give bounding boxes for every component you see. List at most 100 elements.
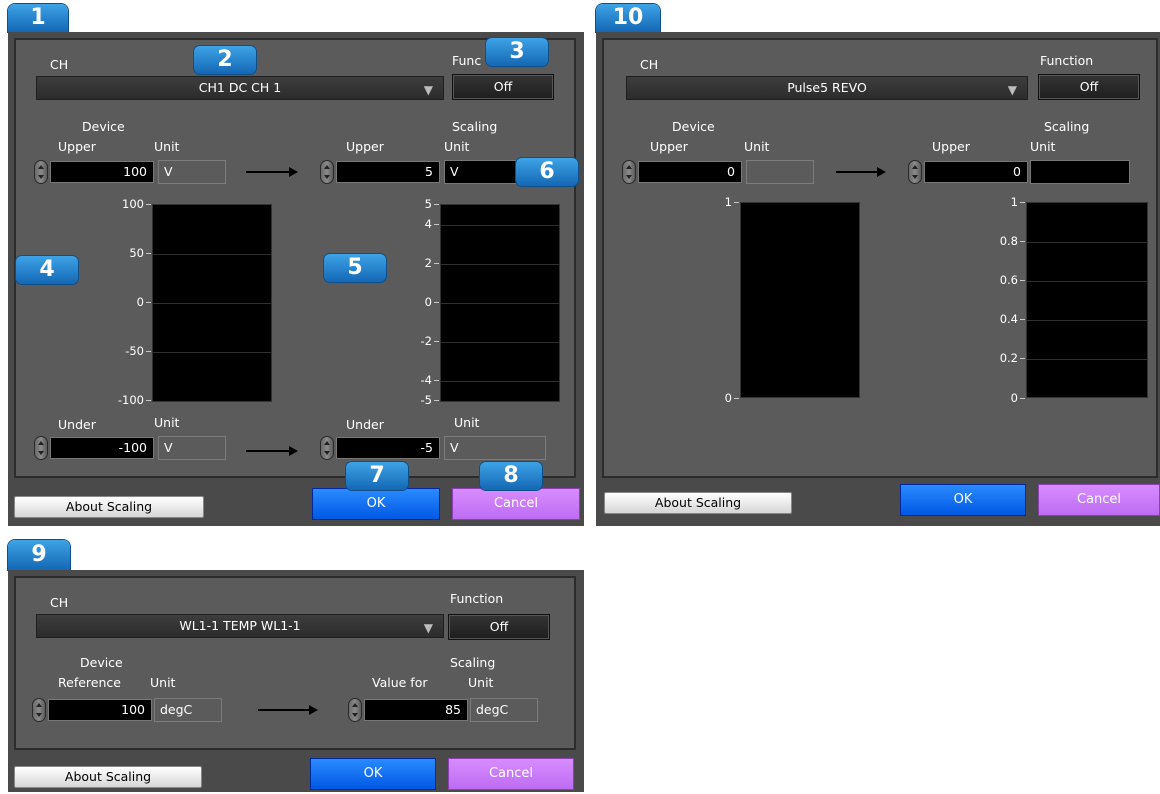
scaling-upper-unit[interactable] xyxy=(1030,160,1130,184)
tick-mark xyxy=(1020,319,1025,320)
device-upper-input[interactable]: 100 xyxy=(50,161,154,183)
device-unit-label: Unit xyxy=(150,675,176,690)
scaling-under-input[interactable]: -5 xyxy=(336,437,440,459)
tick-mark xyxy=(146,204,151,205)
callout-badge: 3 xyxy=(486,38,548,66)
function-label: Func xyxy=(452,53,482,68)
ok-button[interactable]: OK xyxy=(312,488,440,520)
gridline xyxy=(441,381,559,382)
scaling-under-label: Under xyxy=(346,417,384,432)
tick-mark xyxy=(434,400,439,401)
scaling-under-unit-label: Unit xyxy=(454,415,480,430)
chevron-down-icon: ▼ xyxy=(1007,83,1017,97)
device-under-stepper[interactable] xyxy=(34,436,48,460)
about-scaling-button[interactable]: About Scaling xyxy=(604,492,792,514)
scaling-tick-label: 0.2 xyxy=(999,351,1018,365)
tick-mark xyxy=(434,263,439,264)
scaling-tick-label: 5 xyxy=(424,197,432,211)
channel-select[interactable]: WL1-1 TEMP WL1-1 ▼ xyxy=(36,614,444,638)
scaling-tick-label: -2 xyxy=(420,334,432,348)
scaling-value-for-label: Value for xyxy=(372,675,428,690)
scaling-upper-input[interactable]: 0 xyxy=(924,161,1028,183)
device-reference-label: Reference xyxy=(58,675,121,690)
cancel-button[interactable]: Cancel xyxy=(1038,484,1160,516)
device-range-chart xyxy=(740,202,860,398)
callout-badge: 5 xyxy=(324,254,386,282)
scaling-under-unit[interactable]: V xyxy=(444,436,546,460)
device-unit-label: Unit xyxy=(744,139,770,154)
device-tick-label: 50 xyxy=(129,246,144,260)
scaling-unit-label: Unit xyxy=(468,675,494,690)
device-unit-label: Unit xyxy=(154,139,180,154)
arrow-right-icon xyxy=(258,705,318,715)
device-tick-label: 0 xyxy=(136,295,144,309)
channel-select-value: Pulse5 REVO xyxy=(787,80,867,95)
scaling-upper-input[interactable]: 5 xyxy=(336,161,440,183)
tick-mark xyxy=(146,400,151,401)
cancel-button[interactable]: Cancel xyxy=(452,488,580,520)
callout-badge: 7 xyxy=(346,462,408,490)
about-scaling-button[interactable]: About Scaling xyxy=(14,496,204,518)
tick-mark xyxy=(734,398,739,399)
device-tick-label: -100 xyxy=(117,393,144,407)
channel-select[interactable]: CH1 DC CH 1 ▼ xyxy=(36,76,444,100)
device-reference-unit: degC xyxy=(154,698,222,722)
gridline xyxy=(153,254,271,255)
scaling-upper-stepper[interactable] xyxy=(320,160,334,184)
callout-badge: 2 xyxy=(194,46,256,74)
device-label: Device xyxy=(672,119,715,134)
function-button[interactable]: Off xyxy=(452,74,554,100)
device-label: Device xyxy=(82,119,125,134)
gridline xyxy=(1027,359,1147,360)
tick-mark xyxy=(1020,358,1025,359)
device-reference-input[interactable]: 100 xyxy=(48,699,152,721)
device-under-input[interactable]: -100 xyxy=(50,437,154,459)
gridline xyxy=(441,303,559,304)
scaling-unit-label: Unit xyxy=(1030,139,1056,154)
gridline xyxy=(1027,320,1147,321)
scaling-tick-label: 0.6 xyxy=(999,273,1018,287)
device-reference-stepper[interactable] xyxy=(32,698,46,722)
ok-button[interactable]: OK xyxy=(900,484,1026,516)
scaling-label: Scaling xyxy=(450,655,496,670)
scaling-label: Scaling xyxy=(452,119,498,134)
tick-mark xyxy=(1020,398,1025,399)
channel-select-value: WL1-1 TEMP WL1-1 xyxy=(179,618,301,633)
chevron-down-icon: ▼ xyxy=(423,621,433,635)
scaling-value-input[interactable]: 85 xyxy=(364,699,468,721)
chevron-down-icon: ▼ xyxy=(423,83,433,97)
tick-mark xyxy=(434,380,439,381)
gridline xyxy=(1027,281,1147,282)
scaling-dialog-analog: CH CH1 DC CH 1 ▼ Func Off Device Upper U… xyxy=(8,32,584,526)
scaling-value-stepper[interactable] xyxy=(348,698,362,722)
tick-mark xyxy=(434,224,439,225)
device-upper-stepper[interactable] xyxy=(34,160,48,184)
scaling-dialog-pulse: CH Pulse5 REVO ▼ Function Off Device Upp… xyxy=(596,32,1160,526)
device-upper-stepper[interactable] xyxy=(622,160,636,184)
scaling-upper-label: Upper xyxy=(346,139,384,154)
tick-mark xyxy=(1020,280,1025,281)
scaling-unit-label: Unit xyxy=(444,139,470,154)
arrow-right-icon xyxy=(246,167,298,177)
channel-select[interactable]: Pulse5 REVO ▼ xyxy=(626,76,1028,100)
device-upper-input[interactable]: 0 xyxy=(638,161,742,183)
function-label: Function xyxy=(1040,53,1094,68)
about-scaling-button[interactable]: About Scaling xyxy=(14,766,202,788)
device-under-label: Under xyxy=(58,417,96,432)
tick-mark xyxy=(146,253,151,254)
scaling-under-stepper[interactable] xyxy=(320,436,334,460)
scaling-upper-stepper[interactable] xyxy=(908,160,922,184)
cancel-button[interactable]: Cancel xyxy=(448,758,574,790)
function-button[interactable]: Off xyxy=(1038,74,1140,100)
ch-label: CH xyxy=(50,57,69,72)
gridline xyxy=(441,264,559,265)
panel-badge: 1 xyxy=(8,4,68,32)
function-button[interactable]: Off xyxy=(448,614,550,640)
ok-button[interactable]: OK xyxy=(310,758,436,790)
scaling-tick-label: 0.4 xyxy=(999,312,1018,326)
device-under-unit: V xyxy=(158,436,226,460)
scaling-upper-label: Upper xyxy=(932,139,970,154)
function-label: Function xyxy=(450,591,504,606)
scaling-tick-label: -5 xyxy=(420,393,432,407)
scaling-value-unit: degC xyxy=(470,698,538,722)
